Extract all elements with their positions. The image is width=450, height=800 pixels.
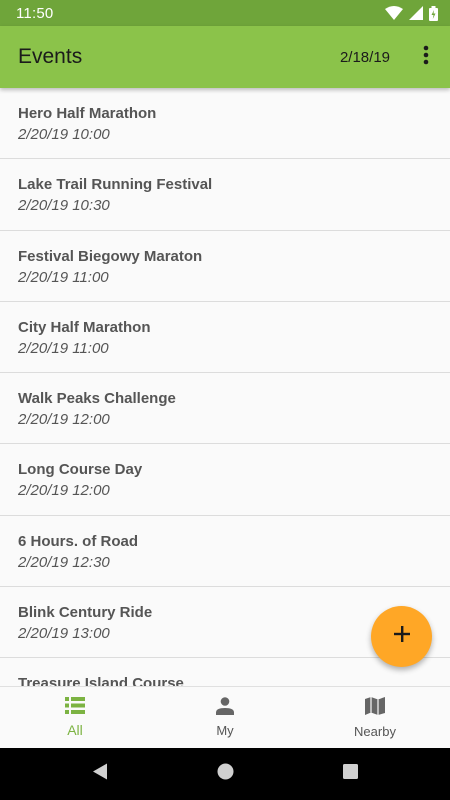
recents-square-icon <box>342 764 358 784</box>
event-name: Treasure Island Course <box>18 675 184 686</box>
overflow-menu-button[interactable] <box>408 37 444 77</box>
event-list-item[interactable]: 6 Hours. of Road 2/20/19 12:30 <box>0 516 450 588</box>
event-list[interactable]: Hero Half Marathon 2/20/19 10:00 Lake Tr… <box>0 88 450 686</box>
event-name: 6 Hours. of Road <box>18 532 139 550</box>
event-time: 2/20/19 12:00 <box>18 482 110 500</box>
app-bar: Events 2/18/19 <box>0 26 450 88</box>
status-time: 11:50 <box>16 4 54 22</box>
back-button[interactable] <box>38 763 163 785</box>
event-time: 2/20/19 12:30 <box>18 553 110 571</box>
event-name: Festival Biegowy Maraton <box>18 247 203 265</box>
event-time: 2/20/19 11:00 <box>18 339 109 357</box>
event-time: 2/20/19 10:00 <box>18 126 110 143</box>
event-time: 2/20/19 13:00 <box>18 625 110 643</box>
add-event-button[interactable] <box>371 606 432 667</box>
event-list-item[interactable]: City Half Marathon 2/20/19 11:00 <box>0 302 450 374</box>
map-icon <box>365 696 385 721</box>
home-button[interactable] <box>163 763 288 785</box>
list-icon <box>65 697 85 719</box>
selected-date[interactable]: 2/18/19 <box>340 49 390 66</box>
nav-item-my[interactable]: My <box>150 687 300 748</box>
event-list-item[interactable]: Long Course Day 2/20/19 12:00 <box>0 444 450 516</box>
nav-label: All <box>67 722 83 738</box>
event-list-item[interactable]: Hero Half Marathon 2/20/19 10:00 <box>0 88 450 160</box>
nav-label: Nearby <box>354 724 396 739</box>
nav-item-all[interactable]: All <box>0 687 150 748</box>
event-time: 2/20/19 11:00 <box>18 268 109 286</box>
signal-icon <box>409 6 423 20</box>
add-icon <box>393 625 411 648</box>
event-list-item[interactable]: Lake Trail Running Festival 2/20/19 10:3… <box>0 159 450 231</box>
event-list-item[interactable]: Walk Peaks Challenge 2/20/19 12:00 <box>0 373 450 445</box>
event-name: Blink Century Ride <box>18 604 153 622</box>
event-list-item[interactable]: Treasure Island Course <box>0 658 450 686</box>
battery-icon <box>429 5 438 21</box>
recents-button[interactable] <box>288 764 413 784</box>
event-list-item[interactable]: Festival Biegowy Maraton 2/20/19 11:00 <box>0 231 450 302</box>
page-title: Events <box>18 45 83 68</box>
event-name: Long Course Day <box>18 461 143 479</box>
back-triangle-icon <box>92 763 108 785</box>
system-navigation-bar <box>0 748 450 800</box>
events-screen: 11:50 Events 2/18/19 Hero Half Marathon … <box>0 0 450 800</box>
status-icons <box>385 5 438 21</box>
event-name: Hero Half Marathon <box>18 105 157 122</box>
home-circle-icon <box>217 763 234 785</box>
person-icon <box>216 697 234 720</box>
event-time: 2/20/19 12:00 <box>18 411 110 429</box>
event-name: City Half Marathon <box>18 318 151 336</box>
wifi-icon <box>385 6 403 20</box>
nav-label: My <box>216 723 234 738</box>
event-name: Lake Trail Running Festival <box>18 176 213 194</box>
event-time: 2/20/19 10:30 <box>18 197 110 215</box>
bottom-navigation: All My Nearby <box>0 686 450 748</box>
event-name: Walk Peaks Challenge <box>18 390 176 408</box>
nav-item-nearby[interactable]: Nearby <box>300 687 450 748</box>
status-bar: 11:50 <box>0 0 450 26</box>
more-vert-icon <box>423 45 429 70</box>
